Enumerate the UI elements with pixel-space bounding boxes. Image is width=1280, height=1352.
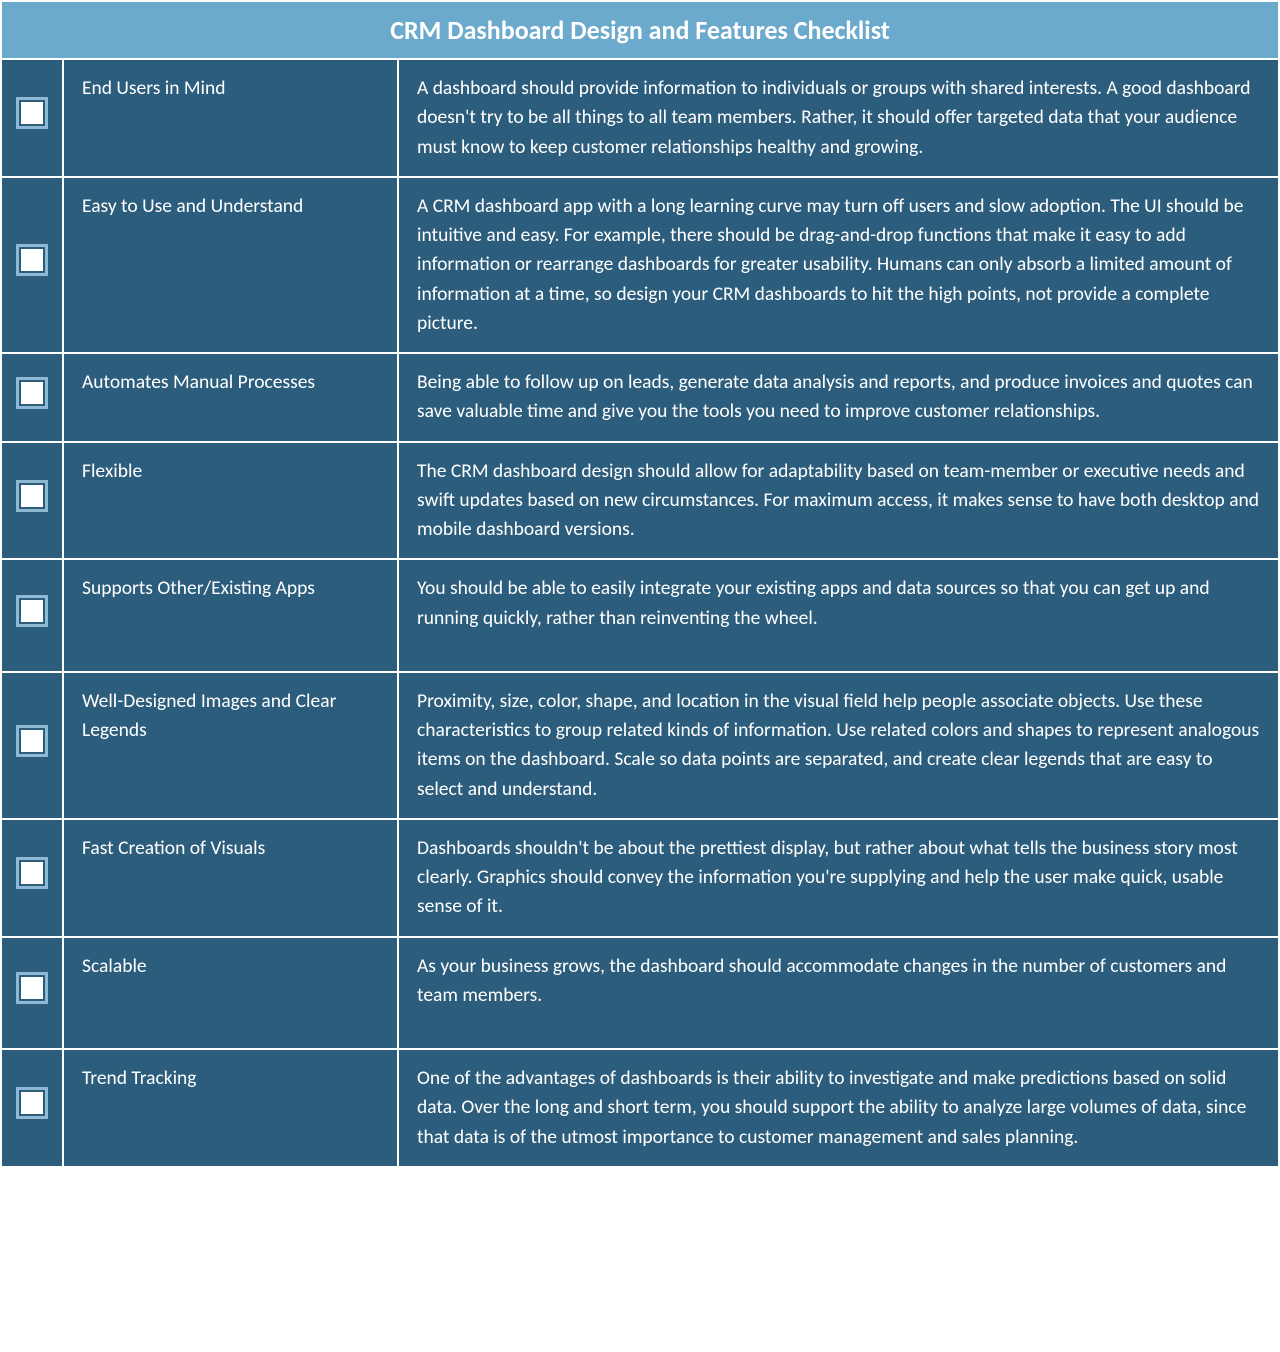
checklist-item-description: A dashboard should provide information t… [398,59,1279,177]
checkbox-cell [1,819,63,937]
checklist-row: End Users in MindA dashboard should prov… [1,59,1279,177]
checklist-item-description: A CRM dashboard app with a long learning… [398,177,1279,353]
checklist-row: Supports Other/Existing AppsYou should b… [1,559,1279,672]
checkbox[interactable] [16,725,48,757]
checklist-row: Fast Creation of VisualsDashboards shoul… [1,819,1279,937]
checklist-item-description: You should be able to easily integrate y… [398,559,1279,672]
checklist-item-title: Flexible [63,442,398,560]
checklist-item-description: The CRM dashboard design should allow fo… [398,442,1279,560]
checklist-item-description: Proximity, size, color, shape, and locat… [398,672,1279,819]
checkbox-cell [1,353,63,442]
checkbox[interactable] [16,972,48,1004]
checkbox-cell [1,1049,63,1167]
checklist-row: Well-Designed Images and Clear LegendsPr… [1,672,1279,819]
checkbox[interactable] [16,480,48,512]
checklist-item-title: Well-Designed Images and Clear Legends [63,672,398,819]
checklist-item-title: Fast Creation of Visuals [63,819,398,937]
checklist-table: CRM Dashboard Design and Features Checkl… [0,0,1280,1168]
checklist-item-title: Easy to Use and Understand [63,177,398,353]
checkbox-cell [1,937,63,1050]
checkbox[interactable] [16,857,48,889]
checklist-item-title: Trend Tracking [63,1049,398,1167]
checklist-row: FlexibleThe CRM dashboard design should … [1,442,1279,560]
checklist-item-description: Being able to follow up on leads, genera… [398,353,1279,442]
checklist-row: ScalableAs your business grows, the dash… [1,937,1279,1050]
checklist-row: Automates Manual ProcessesBeing able to … [1,353,1279,442]
checkbox[interactable] [16,595,48,627]
checklist-title: CRM Dashboard Design and Features Checkl… [1,1,1279,59]
checkbox[interactable] [16,97,48,129]
checklist-item-description: Dashboards shouldn't be about the pretti… [398,819,1279,937]
checkbox-cell [1,672,63,819]
checkbox[interactable] [16,377,48,409]
checklist-row: Easy to Use and UnderstandA CRM dashboar… [1,177,1279,353]
checklist-item-description: One of the advantages of dashboards is t… [398,1049,1279,1167]
checklist-item-title: Scalable [63,937,398,1050]
checkbox-cell [1,177,63,353]
checklist-item-title: Automates Manual Processes [63,353,398,442]
checklist-row: Trend TrackingOne of the advantages of d… [1,1049,1279,1167]
checklist-item-title: End Users in Mind [63,59,398,177]
checkbox-cell [1,59,63,177]
checkbox-cell [1,442,63,560]
checkbox[interactable] [16,1087,48,1119]
checkbox[interactable] [16,244,48,276]
checkbox-cell [1,559,63,672]
checklist-header-row: CRM Dashboard Design and Features Checkl… [1,1,1279,59]
checklist-item-description: As your business grows, the dashboard sh… [398,937,1279,1050]
checklist-item-title: Supports Other/Existing Apps [63,559,398,672]
